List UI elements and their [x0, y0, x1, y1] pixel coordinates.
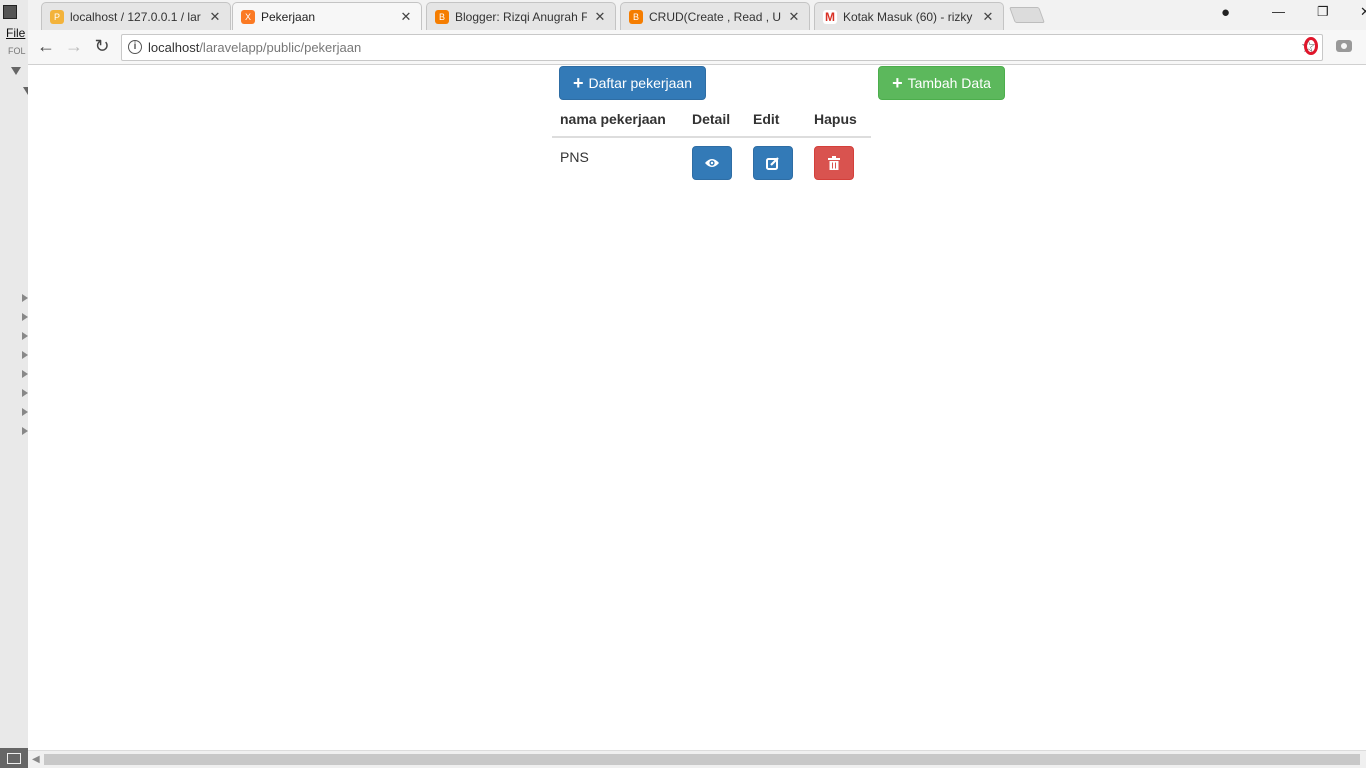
opera-icon[interactable] — [1304, 37, 1318, 55]
detail-button[interactable] — [692, 146, 732, 180]
header-detail: Detail — [692, 111, 731, 127]
panel-toggle-icon[interactable] — [7, 753, 21, 764]
gmail-icon: M — [823, 9, 837, 24]
row-nama-pekerjaan: PNS — [560, 149, 589, 165]
page-content: + Daftar pekerjaan + Tambah Data nama pe… — [28, 66, 1366, 748]
header-nama-pekerjaan: nama pekerjaan — [560, 111, 666, 127]
button-label: Tambah Data — [907, 75, 991, 91]
table-header-divider — [552, 136, 871, 138]
tab-blogger-rizqi[interactable]: B Blogger: Rizqi Anugrah F ✕ — [426, 2, 616, 30]
tab-crud[interactable]: B CRUD(Create , Read , Up ✕ — [620, 2, 810, 30]
blogger-icon: B — [435, 9, 449, 24]
close-icon[interactable]: ✕ — [208, 9, 222, 25]
close-icon[interactable]: ✕ — [787, 9, 801, 25]
header-hapus: Hapus — [814, 111, 857, 127]
daftar-pekerjaan-button[interactable]: + Daftar pekerjaan — [559, 66, 706, 100]
header-edit: Edit — [753, 111, 780, 127]
phpmyadmin-icon: P — [50, 9, 64, 24]
eye-icon — [705, 159, 719, 167]
forward-icon[interactable]: → — [64, 37, 84, 57]
expand-down-icon[interactable] — [11, 67, 21, 75]
tambah-data-button[interactable]: + Tambah Data — [878, 66, 1005, 100]
plus-icon: + — [572, 73, 584, 93]
address-bar[interactable]: i localhost/laravelapp/public/pekerjaan … — [121, 34, 1323, 61]
xampp-icon: X — [241, 9, 255, 24]
url-host: localhost — [148, 40, 200, 55]
tab-phpmyadmin[interactable]: P localhost / 127.0.0.1 / lar ✕ — [41, 2, 231, 30]
background-app-window: File FOL — [0, 0, 33, 768]
new-tab-button[interactable] — [1009, 7, 1045, 23]
reload-icon[interactable]: ↻ — [92, 37, 112, 57]
back-icon[interactable]: ← — [36, 37, 56, 57]
camera-icon[interactable] — [1336, 40, 1352, 52]
minimize-icon[interactable]: — — [1272, 4, 1285, 19]
edit-icon — [766, 157, 779, 170]
app-icon — [3, 5, 17, 19]
restore-icon[interactable]: ❐ — [1317, 4, 1329, 20]
tab-pekerjaan[interactable]: X Pekerjaan ✕ — [232, 2, 422, 30]
trash-icon — [828, 156, 840, 170]
close-icon[interactable]: ✕ — [593, 9, 607, 25]
browser-tab-bar: P localhost / 127.0.0.1 / lar ✕ X Pekerj… — [28, 0, 1366, 30]
tab-gmail[interactable]: M Kotak Masuk (60) - rizky ✕ — [814, 2, 1004, 30]
menu-file[interactable]: File — [6, 26, 25, 40]
close-window-icon[interactable]: ✕ — [1360, 4, 1366, 20]
button-label: Daftar pekerjaan — [588, 75, 693, 91]
hapus-button[interactable] — [814, 146, 854, 180]
plus-icon: + — [892, 73, 903, 93]
blogger-icon: B — [629, 9, 643, 24]
url-text[interactable]: localhost/laravelapp/public/pekerjaan — [148, 40, 361, 55]
close-icon[interactable]: ✕ — [399, 9, 413, 25]
horizontal-scrollbar[interactable]: ◀ — [28, 750, 1366, 768]
tab-label: Blogger: Rizqi Anugrah F — [455, 9, 587, 24]
tab-label: Kotak Masuk (60) - rizky — [843, 9, 973, 24]
scroll-left-icon[interactable]: ◀ — [32, 754, 40, 765]
profile-icon[interactable]: ● — [1221, 4, 1230, 21]
close-icon[interactable]: ✕ — [981, 9, 995, 25]
tab-label: Pekerjaan — [261, 9, 316, 24]
folders-label: FOL — [8, 46, 26, 56]
tab-label: localhost / 127.0.0.1 / lar — [70, 9, 201, 24]
info-icon[interactable]: i — [128, 40, 142, 54]
url-path: /laravelapp/public/pekerjaan — [199, 40, 362, 55]
tab-label: CRUD(Create , Read , Up — [649, 9, 781, 24]
scrollbar-thumb[interactable] — [44, 754, 1360, 765]
browser-toolbar: ← → ↻ i localhost/laravelapp/public/peke… — [28, 30, 1366, 65]
edit-button[interactable] — [753, 146, 793, 180]
